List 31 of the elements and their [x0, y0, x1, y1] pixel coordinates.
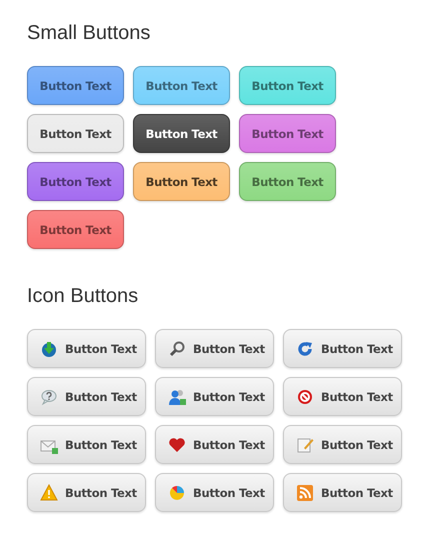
- colored-button[interactable]: Button Text: [239, 66, 336, 105]
- icon-button[interactable]: Button Text: [283, 377, 402, 416]
- help-bubble-icon: [40, 388, 58, 406]
- warning-icon: [40, 484, 58, 502]
- icon-button[interactable]: Button Text: [283, 329, 402, 368]
- colored-button[interactable]: Button Text: [239, 162, 336, 201]
- edit-note-icon: [296, 436, 314, 454]
- stop-icon: [296, 388, 314, 406]
- icon-button[interactable]: Button Text: [27, 377, 146, 416]
- colored-button[interactable]: Button Text: [133, 66, 230, 105]
- colored-button[interactable]: Button Text: [27, 114, 124, 153]
- pie-chart-icon: [168, 484, 186, 502]
- magnifier-icon: [168, 340, 186, 358]
- icon-button[interactable]: Button Text: [155, 377, 274, 416]
- rss-feed-icon: [296, 484, 314, 502]
- icon-button[interactable]: Button Text: [27, 473, 146, 512]
- add-user-icon: [168, 388, 186, 406]
- icon-button[interactable]: Button Text: [155, 473, 274, 512]
- icon-button[interactable]: Button Text: [283, 425, 402, 464]
- icon-button[interactable]: Button Text: [155, 425, 274, 464]
- section-heading: Small Buttons: [27, 22, 152, 45]
- icon-button[interactable]: Button Text: [283, 473, 402, 512]
- colored-button[interactable]: Button Text: [133, 162, 230, 201]
- icon-button[interactable]: Button Text: [27, 329, 146, 368]
- colored-button[interactable]: Button Text: [133, 114, 230, 153]
- icon-button[interactable]: Button Text: [155, 329, 274, 368]
- download-icon: [40, 340, 58, 358]
- refresh-icon: [296, 340, 314, 358]
- icon-button[interactable]: Button Text: [27, 425, 146, 464]
- heart-icon: [168, 436, 186, 454]
- section-heading: Icon Buttons: [27, 285, 140, 308]
